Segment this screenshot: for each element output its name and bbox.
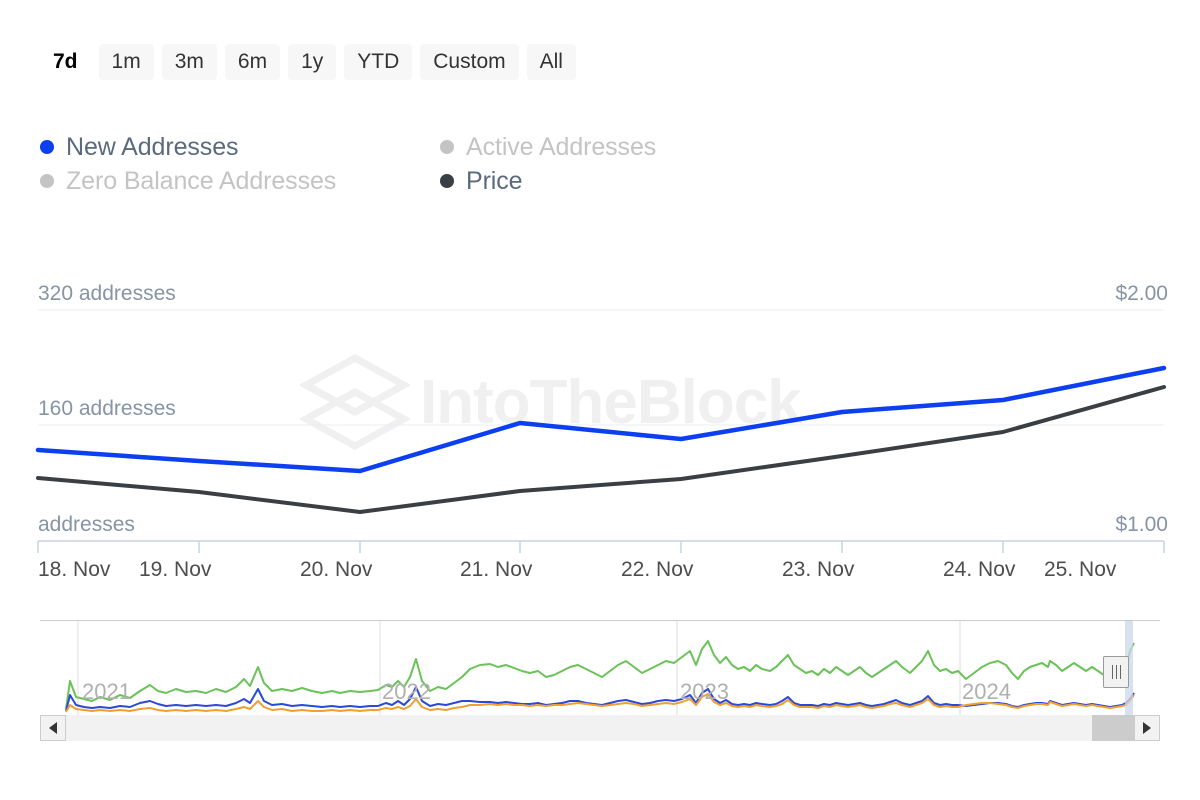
navigator-scroll-track[interactable] bbox=[66, 715, 1108, 741]
range-button-all[interactable]: All bbox=[526, 44, 576, 80]
navigator-year-separators bbox=[77, 621, 961, 715]
legend-item-zero-balance-addresses[interactable]: Zero Balance Addresses bbox=[40, 167, 440, 196]
legend-row-1: New Addresses Active Addresses bbox=[40, 130, 780, 164]
legend-label: Zero Balance Addresses bbox=[66, 166, 337, 195]
navigator-year-label: 2023 bbox=[680, 679, 729, 704]
legend-item-price[interactable]: Price bbox=[440, 166, 523, 196]
chart-plot-svg bbox=[35, 309, 1167, 553]
x-tick-label: 19. Nov bbox=[139, 558, 212, 581]
navigator-year-label: 2021 bbox=[82, 679, 131, 704]
x-tick-label: 23. Nov bbox=[782, 558, 855, 581]
drag-handle-icon bbox=[1119, 665, 1121, 679]
range-button-ytd[interactable]: YTD bbox=[344, 44, 413, 80]
x-tick-label: 18. Nov bbox=[38, 558, 111, 581]
navigator-scrollbar[interactable] bbox=[40, 715, 1160, 741]
range-button-7d[interactable]: 7d bbox=[40, 44, 91, 80]
chart-x-ticks bbox=[37, 541, 1165, 553]
legend-item-new-addresses[interactable]: New Addresses bbox=[40, 133, 440, 162]
legend-label: New Addresses bbox=[66, 132, 239, 161]
legend-row-2: Zero Balance Addresses Price bbox=[40, 164, 780, 198]
navigator-year-label: 2024 bbox=[962, 679, 1011, 704]
range-selector: 7d 1m 3m 6m 1y YTD Custom All bbox=[40, 44, 576, 80]
navigator-year-label: 2022 bbox=[382, 679, 431, 704]
x-tick-label: 24. Nov bbox=[943, 558, 1016, 581]
navigator-scroll-right-button[interactable] bbox=[1134, 715, 1160, 741]
x-tick-label: 22. Nov bbox=[621, 558, 694, 581]
range-button-6m[interactable]: 6m bbox=[224, 44, 281, 80]
range-button-3m[interactable]: 3m bbox=[161, 44, 217, 80]
arrow-right-icon bbox=[1143, 722, 1151, 734]
legend-dot-icon bbox=[40, 174, 54, 188]
navigator-right-handle[interactable] bbox=[1103, 656, 1129, 688]
navigator-scroll-thumb[interactable] bbox=[1092, 715, 1134, 741]
legend-dot-icon bbox=[440, 174, 454, 188]
arrow-left-icon bbox=[49, 722, 57, 734]
drag-handle-icon bbox=[1111, 665, 1113, 679]
legend-dot-icon bbox=[40, 140, 54, 154]
left-axis-tick-320: 320 addresses bbox=[38, 282, 176, 305]
right-axis-tick-1: $1.00 bbox=[1115, 513, 1168, 536]
drag-handle-icon bbox=[1115, 665, 1117, 679]
right-axis-tick-2: $2.00 bbox=[1115, 282, 1168, 305]
series-line-price bbox=[36, 385, 1166, 514]
range-button-1y[interactable]: 1y bbox=[288, 44, 337, 80]
x-tick-label: 25. Nov bbox=[1044, 558, 1117, 581]
series-line-new-addresses bbox=[35, 365, 1167, 474]
x-tick-label: 20. Nov bbox=[300, 558, 373, 581]
legend-label: Active Addresses bbox=[466, 132, 657, 161]
legend-item-active-addresses[interactable]: Active Addresses bbox=[440, 133, 656, 162]
legend-label: Price bbox=[466, 166, 523, 195]
chart-navigator[interactable]: 2021 2022 2023 2024 bbox=[40, 620, 1160, 741]
price-address-chart: 320 addresses 160 addresses addresses $2… bbox=[0, 260, 1200, 600]
left-axis-tick-160: 160 addresses bbox=[38, 397, 176, 420]
left-axis-tick-0: addresses bbox=[38, 513, 135, 536]
legend-dot-icon bbox=[440, 140, 454, 154]
range-button-custom[interactable]: Custom bbox=[420, 44, 519, 80]
x-tick-label: 21. Nov bbox=[460, 558, 533, 581]
navigator-scroll-left-button[interactable] bbox=[40, 715, 66, 741]
chart-gridlines bbox=[38, 309, 1164, 426]
range-button-1m[interactable]: 1m bbox=[98, 44, 154, 80]
navigator-plot[interactable]: 2021 2022 2023 2024 bbox=[40, 620, 1160, 716]
chart-legend: New Addresses Active Addresses Zero Bala… bbox=[40, 130, 780, 198]
